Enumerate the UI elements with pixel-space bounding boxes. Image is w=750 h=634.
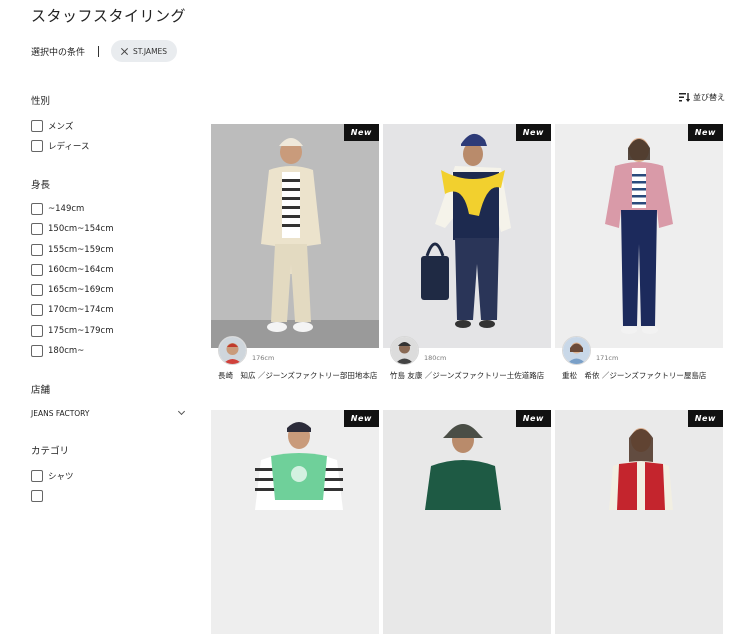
new-badge: New [515,124,551,141]
checkbox[interactable] [31,223,43,235]
filter-option-label: 180cm~ [48,346,85,356]
shop-select-value: JEANS FACTORY [31,408,90,418]
filter-heading-height: 身長 [31,180,51,191]
filter-option-label: レディース [48,142,90,152]
filter-option-label: 150cm~154cm [48,224,114,234]
styling-photo[interactable]: New [211,410,379,634]
checkbox[interactable] [31,470,43,482]
sort-button[interactable]: 並び替え [679,92,725,103]
filter-option-height[interactable]: 170cm~174cm [31,303,113,317]
staff-height: 180cm [424,354,447,362]
chevron-down-icon [177,407,186,416]
divider [98,45,100,57]
checkbox[interactable] [31,284,43,296]
filter-option-height[interactable]: ~149cm [31,202,84,216]
sort-label: 並び替え [693,93,725,102]
checkbox[interactable] [31,304,43,316]
staff-name[interactable]: 竹島 友康 ／ジーンズファクトリー土佐道路店 [390,369,550,382]
staff-name[interactable]: 長崎 知広 ／ジーンズファクトリー部田地本店 [218,369,378,382]
staff-name[interactable]: 重松 希依 ／ジーンズファクトリー屋島店 [562,369,722,382]
filter-option-label: 170cm~174cm [48,305,114,315]
page-title: スタッフスタイリング [31,7,187,25]
filter-option-ladies[interactable]: レディース [31,139,89,153]
filter-option-label: 165cm~169cm [48,285,114,295]
filter-heading-gender: 性別 [31,96,51,107]
sort-icon [679,93,690,102]
styling-photo[interactable]: New [211,124,379,348]
avatar[interactable] [562,336,591,365]
new-badge: New [515,410,551,427]
new-badge: New [343,124,379,141]
staff-height: 176cm [252,354,275,362]
filter-option-shirt[interactable]: シャツ [31,469,74,483]
staff-height: 171cm [596,354,619,362]
filter-option-label: 175cm~179cm [48,326,114,336]
styling-photo[interactable]: New [383,410,551,634]
filter-option-height[interactable]: 150cm~154cm [31,222,113,236]
shop-select[interactable]: JEANS FACTORY [31,405,187,421]
checkbox[interactable] [31,140,43,152]
new-badge: New [343,410,379,427]
filter-option-mens[interactable]: メンズ [31,119,73,133]
filter-option-height[interactable]: 160cm~164cm [31,263,113,277]
filter-option-label: シャツ [48,472,74,482]
new-badge: New [687,410,723,427]
checkbox[interactable] [31,120,43,132]
avatar[interactable] [390,336,419,365]
close-icon[interactable] [120,47,128,55]
filter-option-label: 155cm~159cm [48,245,114,255]
selected-conditions: 選択中の条件 ST.JAMES [31,40,178,62]
styling-photo[interactable]: New [383,124,551,348]
checkbox[interactable] [31,264,43,276]
filter-option-label: 160cm~164cm [48,265,114,275]
filter-heading-category: カテゴリ [31,446,70,457]
styling-photo[interactable]: New [555,410,723,634]
new-badge: New [687,124,723,141]
filter-option-height[interactable]: 180cm~ [31,344,84,358]
styling-photo[interactable]: New [555,124,723,348]
checkbox[interactable] [31,345,43,357]
filter-option-height[interactable]: 175cm~179cm [31,324,113,338]
filter-heading-shop: 店舗 [31,385,51,396]
checkbox[interactable] [31,325,43,337]
condition-chip-st-james[interactable]: ST.JAMES [111,40,178,62]
selected-conditions-label: 選択中の条件 [31,47,86,58]
filter-option-label: メンズ [48,122,74,132]
checkbox[interactable] [31,203,43,215]
checkbox[interactable] [31,490,43,502]
filter-option-height[interactable]: 155cm~159cm [31,243,113,257]
checkbox[interactable] [31,244,43,256]
avatar[interactable] [218,336,247,365]
condition-chip-label: ST.JAMES [133,46,168,56]
filter-option-next[interactable] [31,489,48,503]
filter-option-height[interactable]: 165cm~169cm [31,283,113,297]
filter-option-label: ~149cm [48,204,85,214]
